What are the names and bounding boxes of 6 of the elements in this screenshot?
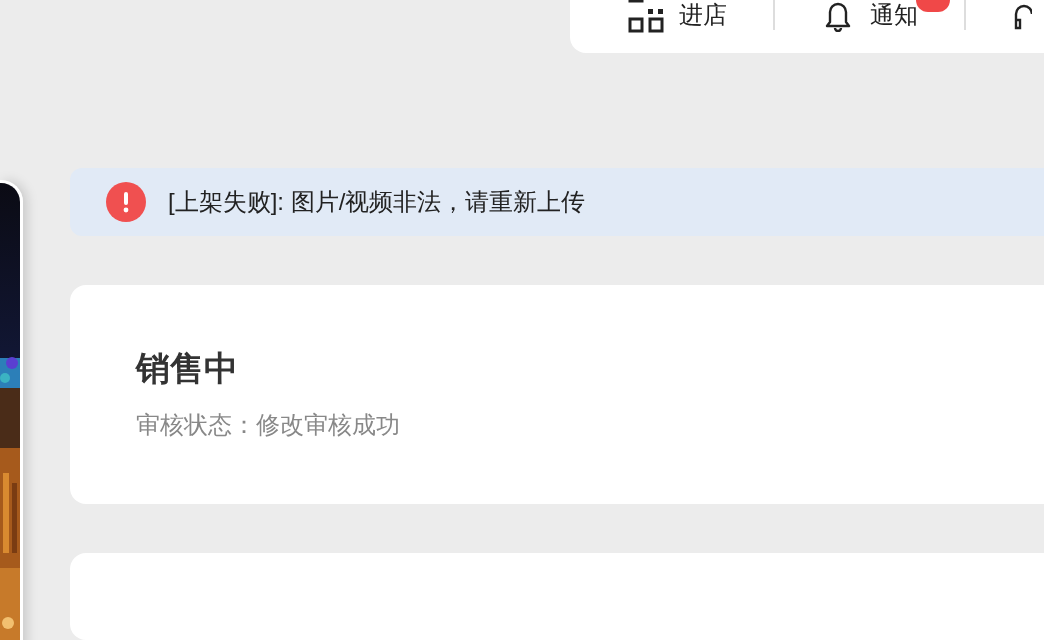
review-status: 审核状态：修改审核成功: [136, 413, 401, 438]
error-icon: [106, 182, 146, 223]
status-title: 销售中: [136, 351, 239, 386]
error-message: [上架失败]: 图片/视频非法，请重新上传: [168, 187, 586, 218]
top-bar-item[interactable]: 进店: [628, 0, 727, 30]
top-bar-item[interactable]: 通知: [821, 0, 918, 30]
